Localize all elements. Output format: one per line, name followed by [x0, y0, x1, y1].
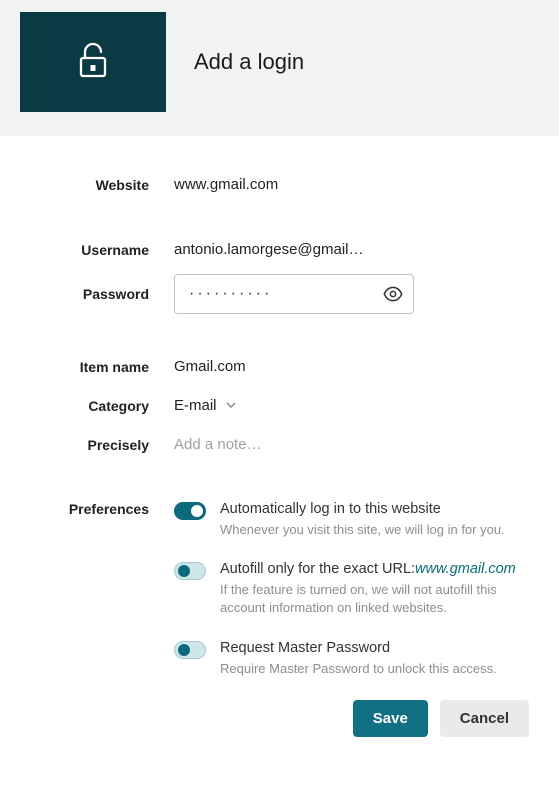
category-row: Category E-mail: [24, 397, 535, 414]
pref-autofill-exact-desc: If the feature is turned on, we will not…: [220, 581, 535, 617]
website-label: Website: [24, 177, 174, 193]
preferences-label: Preferences: [24, 501, 174, 517]
password-label: Password: [24, 286, 174, 302]
pref-master-password-desc: Require Master Password to unlock this a…: [220, 660, 535, 678]
pref-auto-login: Automatically log in to this website Whe…: [174, 501, 535, 539]
precisely-label: Precisely: [24, 437, 174, 453]
username-label: Username: [24, 242, 174, 258]
pref-master-password-title: Request Master Password: [220, 640, 535, 656]
website-row: Website www.gmail.com: [24, 176, 535, 193]
chevron-down-icon: [225, 398, 237, 414]
dialog-header: Add a login: [0, 0, 559, 136]
page-title: Add a login: [194, 49, 304, 75]
username-value[interactable]: antonio.lamorgese@gmail…: [174, 241, 364, 258]
toggle-auto-login[interactable]: [174, 502, 206, 520]
pref-autofill-exact: Autofill only for the exact URL:www.gmai…: [174, 561, 535, 617]
category-value: E-mail: [174, 397, 217, 414]
cancel-button[interactable]: Cancel: [440, 700, 529, 737]
note-input[interactable]: Add a note…: [174, 436, 262, 453]
lock-open-icon: [76, 42, 110, 83]
header-icon-box: [20, 12, 166, 112]
item-name-value[interactable]: Gmail.com: [174, 358, 246, 375]
dialog-footer: Save Cancel: [24, 700, 535, 737]
save-button[interactable]: Save: [353, 700, 428, 737]
pref-autofill-exact-title: Autofill only for the exact URL:www.gmai…: [220, 561, 535, 577]
item-name-label: Item name: [24, 359, 174, 375]
password-masked: ··········: [189, 285, 272, 303]
category-label: Category: [24, 398, 174, 414]
password-row: Password ··········: [24, 274, 535, 314]
item-name-row: Item name Gmail.com: [24, 358, 535, 375]
website-value[interactable]: www.gmail.com: [174, 176, 278, 193]
preferences-section: Preferences Automatically log in to this…: [24, 501, 535, 692]
pref-auto-login-title: Automatically log in to this website: [220, 501, 535, 517]
pref-master-password: Request Master Password Require Master P…: [174, 640, 535, 678]
toggle-master-password[interactable]: [174, 641, 206, 659]
password-input[interactable]: ··········: [174, 274, 414, 314]
login-form: Website www.gmail.com Username antonio.l…: [0, 136, 559, 757]
precisely-row: Precisely Add a note…: [24, 436, 535, 453]
toggle-autofill-exact[interactable]: [174, 562, 206, 580]
category-select[interactable]: E-mail: [174, 397, 535, 414]
username-row: Username antonio.lamorgese@gmail…: [24, 241, 535, 258]
eye-icon[interactable]: [383, 284, 403, 304]
pref-auto-login-desc: Whenever you visit this site, we will lo…: [220, 521, 535, 539]
